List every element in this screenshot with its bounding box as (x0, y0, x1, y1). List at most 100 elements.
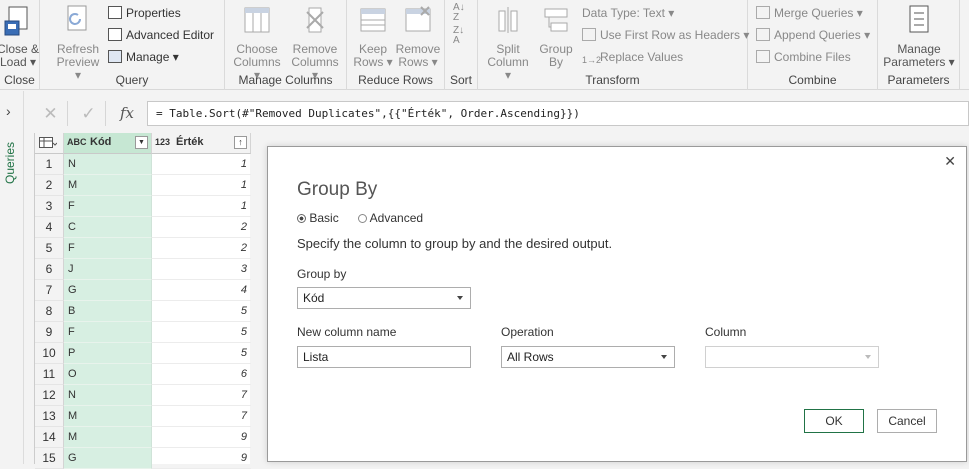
row-number[interactable]: 15 (35, 448, 64, 469)
row-number[interactable]: 8 (35, 301, 64, 322)
cancel-formula-icon[interactable]: ✕ (34, 101, 68, 126)
table-row[interactable]: 13 M 7 (35, 406, 251, 427)
advanced-editor-button[interactable]: Advanced Editor (108, 26, 214, 44)
number-type-icon[interactable]: 123 (155, 137, 170, 147)
cell-kod[interactable]: F (64, 322, 152, 343)
operation-select[interactable]: All Rows (501, 346, 675, 368)
ok-button[interactable]: OK (804, 409, 864, 433)
cell-ertek[interactable]: 1 (152, 154, 251, 175)
split-column-button[interactable]: Split Column ▾ (484, 3, 532, 82)
table-row[interactable]: 8B5 (35, 301, 251, 322)
expand-queries-button[interactable]: › (6, 103, 11, 119)
keep-rows-button[interactable]: Keep Rows ▾ (351, 3, 395, 69)
basic-radio[interactable]: Basic (297, 211, 339, 225)
cell-ertek[interactable]: 4 (152, 280, 251, 301)
column-header-kod[interactable]: ABC Kód ▼ (64, 133, 152, 154)
row-number[interactable]: 3 (35, 196, 64, 217)
cell-kod[interactable]: M (64, 406, 152, 427)
table-row[interactable]: 5F2 (35, 238, 251, 259)
confirm-formula-icon[interactable]: ✓ (72, 101, 106, 126)
cell-kod[interactable]: J (64, 259, 152, 280)
remove-rows-button[interactable]: Remove Rows ▾ (395, 3, 441, 69)
cell-ertek[interactable]: 7 (152, 385, 251, 406)
sort-descending-button[interactable]: Z↓ A (453, 26, 464, 46)
cell-kod[interactable]: B (64, 301, 152, 322)
cell-kod[interactable]: F (64, 238, 152, 259)
cell-ertek[interactable]: 1 (152, 175, 251, 196)
cell-kod[interactable]: G (64, 280, 152, 301)
row-number[interactable]: 11 (35, 364, 64, 385)
table-row[interactable]: 14 M 9 (35, 427, 251, 448)
group-by-select[interactable]: Kód (297, 287, 471, 309)
cell-kod[interactable]: F (64, 196, 152, 217)
properties-button[interactable]: Properties (108, 4, 181, 22)
combine-files-button[interactable]: Combine Files (756, 48, 851, 66)
cell-ertek[interactable]: 9 (152, 448, 251, 469)
table-row[interactable]: 9F5 (35, 322, 251, 343)
row-number[interactable]: 2 (35, 175, 64, 196)
row-number[interactable]: 9 (35, 322, 64, 343)
cell-kod[interactable]: N (64, 385, 152, 406)
table-menu-button[interactable] (35, 133, 64, 154)
row-number[interactable]: 12 (35, 385, 64, 406)
table-row[interactable]: 1N1 (35, 154, 251, 175)
row-number[interactable]: 7 (35, 280, 64, 301)
column-select[interactable] (705, 346, 879, 368)
table-row[interactable]: 4C2 (35, 217, 251, 238)
table-row[interactable]: 7G4 (35, 280, 251, 301)
remove-columns-button[interactable]: Remove Columns ▾ (287, 3, 343, 82)
fx-icon[interactable]: fx (110, 101, 144, 126)
cell-kod[interactable]: O (64, 364, 152, 385)
cell-kod[interactable]: N (64, 154, 152, 175)
cell-ertek[interactable]: 2 (152, 238, 251, 259)
close-dialog-icon[interactable]: ✕ (944, 153, 956, 170)
table-row[interactable]: 6J3 (35, 259, 251, 280)
close-load-button[interactable]: Close & Load ▾ (0, 3, 40, 69)
choose-columns-button[interactable]: Choose Columns ▾ (229, 3, 285, 82)
use-first-row-button[interactable]: Use First Row as Headers ▾ (582, 26, 749, 44)
cell-ertek[interactable]: 5 (152, 301, 251, 322)
data-type-button[interactable]: Data Type: Text ▾ (582, 4, 674, 22)
cell-ertek[interactable]: 5 (152, 322, 251, 343)
advanced-radio[interactable]: Advanced (358, 211, 423, 225)
sort-ascending-button[interactable]: A↓ Z (453, 3, 465, 23)
cancel-button[interactable]: Cancel (877, 409, 937, 433)
cell-ertek[interactable]: 5 (152, 343, 251, 364)
row-number[interactable]: 6 (35, 259, 64, 280)
row-number[interactable]: 5 (35, 238, 64, 259)
table-row[interactable]: 2M1 (35, 175, 251, 196)
cell-kod[interactable]: M (64, 427, 152, 448)
cell-kod[interactable]: C (64, 217, 152, 238)
table-row[interactable]: 11 O 6 (35, 364, 251, 385)
row-number[interactable]: 14 (35, 427, 64, 448)
cell-ertek[interactable]: 1 (152, 196, 251, 217)
queries-pane-label[interactable]: Queries (3, 134, 17, 184)
table-row[interactable]: 10 P 5 (35, 343, 251, 364)
cell-kod[interactable]: M (64, 175, 152, 196)
row-number[interactable]: 13 (35, 406, 64, 427)
cell-ertek[interactable]: 6 (152, 364, 251, 385)
replace-values-button[interactable]: 1→2Replace Values (582, 48, 683, 66)
sort-ascending-filter-icon[interactable]: ↑ (234, 136, 247, 149)
cell-ertek[interactable]: 7 (152, 406, 251, 427)
row-number[interactable]: 10 (35, 343, 64, 364)
column-header-ertek[interactable]: 123 Érték ↑ (152, 133, 251, 154)
new-column-name-input[interactable]: Lista (297, 346, 471, 368)
text-type-icon[interactable]: ABC (67, 137, 87, 147)
cell-kod[interactable]: G (64, 448, 152, 469)
merge-queries-button[interactable]: Merge Queries ▾ (756, 4, 863, 22)
group-by-button[interactable]: Group By (534, 3, 578, 69)
table-row[interactable]: 3F1 (35, 196, 251, 217)
table-row[interactable]: 12 N 7 (35, 385, 251, 406)
table-row[interactable]: 15 G 9 (35, 448, 251, 469)
cell-kod[interactable]: P (64, 343, 152, 364)
row-number[interactable]: 4 (35, 217, 64, 238)
append-queries-button[interactable]: Append Queries ▾ (756, 26, 870, 44)
cell-ertek[interactable]: 3 (152, 259, 251, 280)
manage-button[interactable]: Manage ▾ (108, 48, 179, 66)
refresh-preview-button[interactable]: Refresh Preview ▾ (54, 3, 102, 82)
formula-input[interactable]: = Table.Sort(#"Removed Duplicates",{{"Ér… (147, 101, 969, 126)
cell-ertek[interactable]: 9 (152, 427, 251, 448)
row-number[interactable]: 1 (35, 154, 64, 175)
cell-ertek[interactable]: 2 (152, 217, 251, 238)
